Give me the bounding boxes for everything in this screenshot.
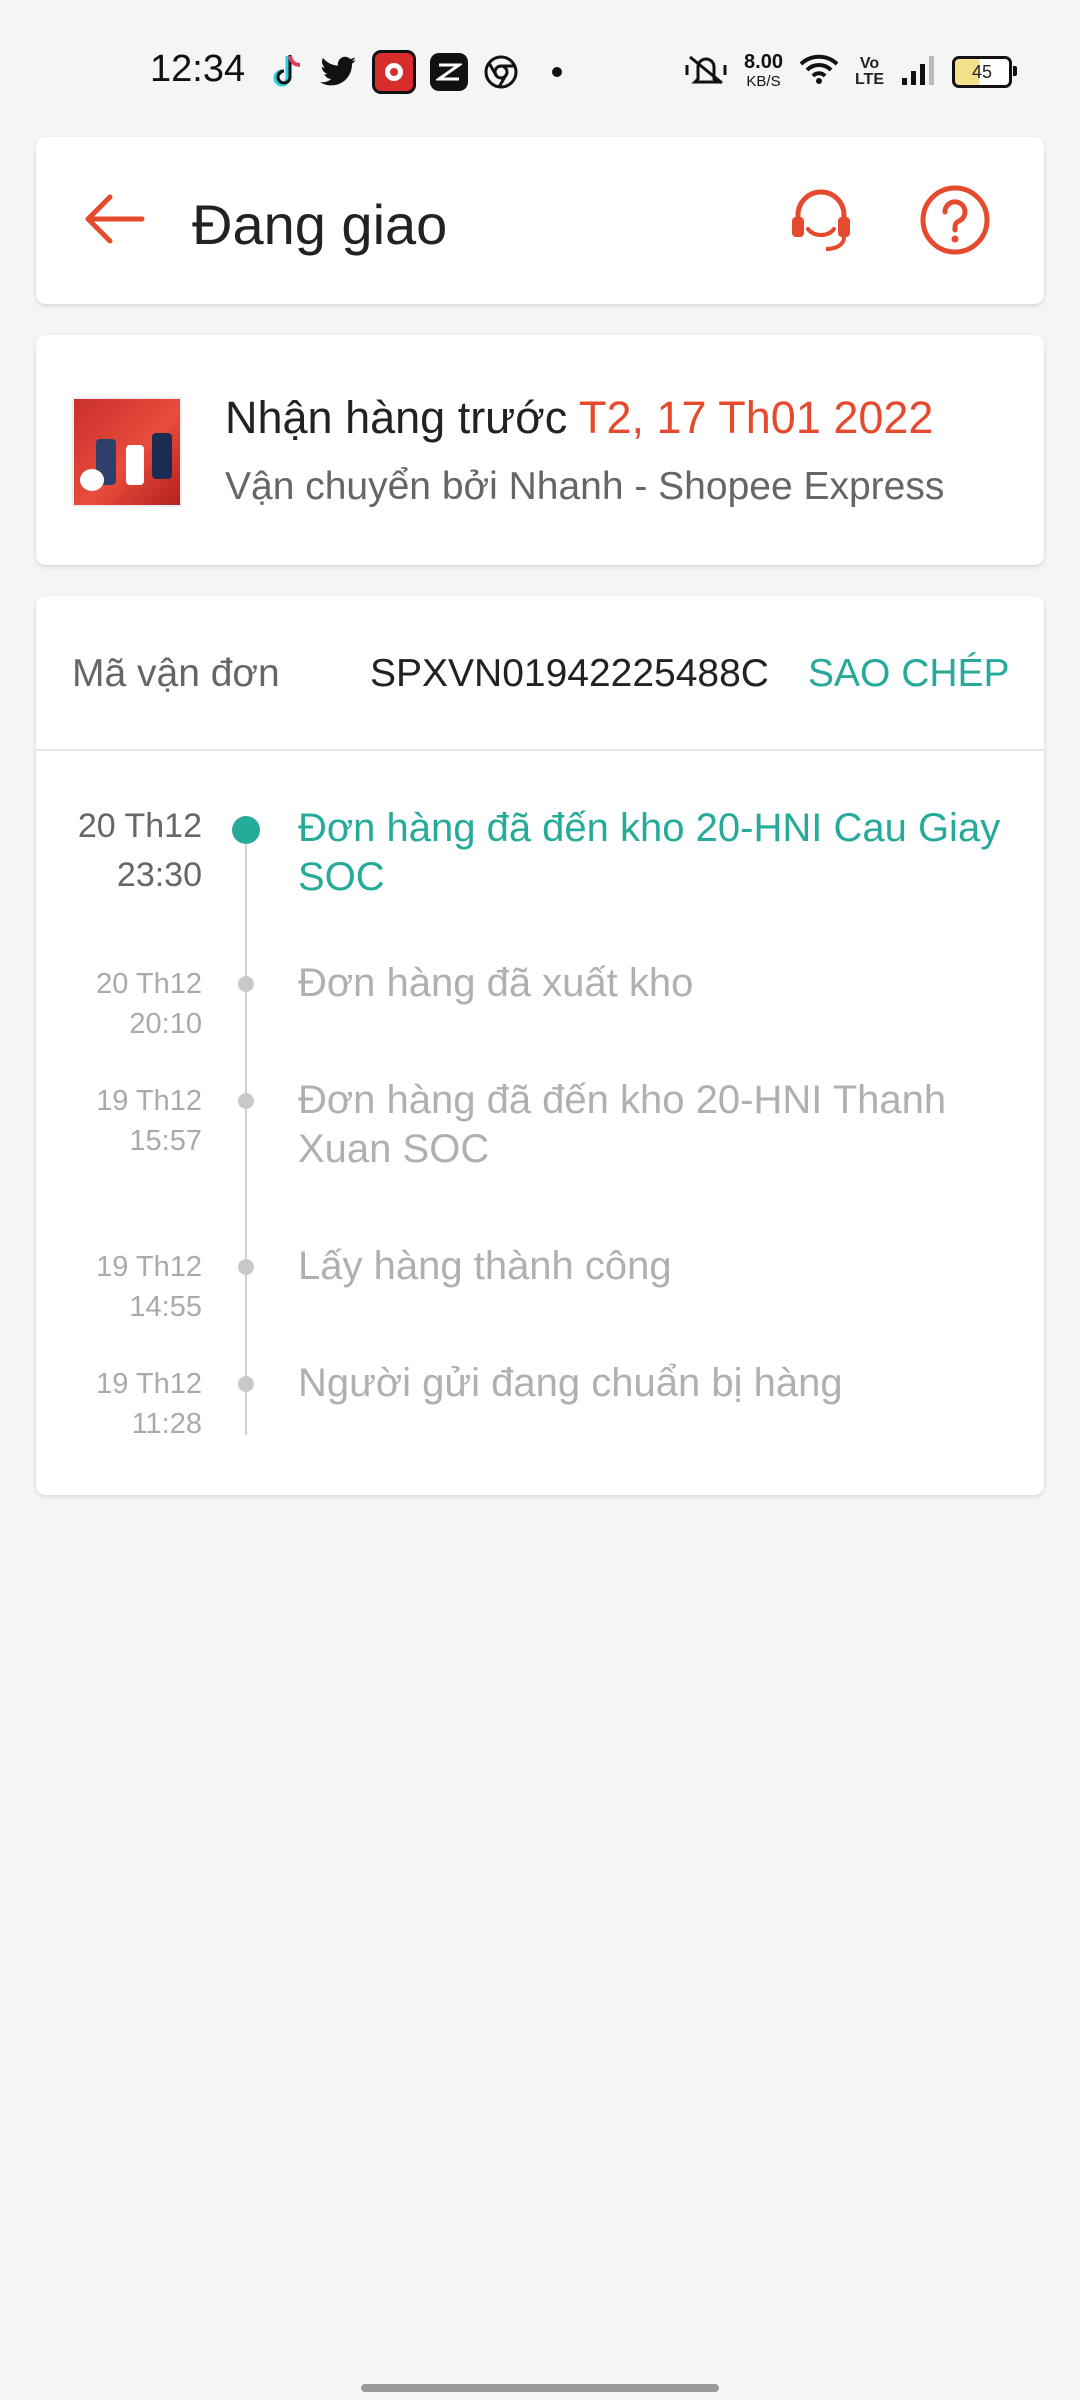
system-icons: 8.00 KB/S Vo LTE 45 [684, 50, 1017, 94]
event-time: 23:30 [116, 856, 202, 894]
network-speed: 8.00 KB/S [744, 52, 783, 92]
product-thumbnail [72, 397, 182, 507]
page-title: Đang giao [192, 193, 448, 256]
tracking-code[interactable]: SPXVN01942225488C [370, 652, 769, 696]
event-time: 11:28 [131, 1408, 202, 1440]
event-datetime: 19 Th12 14:55 [36, 1247, 202, 1327]
event-datetime: 19 Th12 15:57 [36, 1081, 202, 1161]
tracking-header: Mã vận đơn SPXVN01942225488C SAO CHÉP [36, 596, 1044, 751]
app-header: Đang giao [36, 137, 1044, 304]
timeline-dot-active [232, 816, 260, 844]
event-date: 20 Th12 [77, 807, 202, 845]
net-speed-value: 8.00 [744, 51, 783, 73]
customer-support-button[interactable] [778, 177, 864, 263]
volte-icon: Vo LTE [854, 55, 884, 88]
product-image-detail [80, 469, 104, 491]
tracking-card: Mã vận đơn SPXVN01942225488C SAO CHÉP 20… [36, 596, 1044, 1495]
help-button[interactable] [912, 177, 998, 263]
delivery-label: Nhận hàng trước [225, 392, 580, 443]
twitter-icon [320, 53, 358, 91]
event-description: Người gửi đang chuẩn bị hàng [298, 1361, 843, 1405]
event-datetime: 19 Th12 11:28 [36, 1364, 202, 1444]
event-description: Đơn hàng đã đến kho 20-HNI Cau Giay SOC [298, 806, 1001, 899]
more-notifications-icon [552, 67, 562, 77]
tiktok-icon [268, 53, 306, 91]
status-bar: 12:34 8.00 KB/S Vo LTE 45 [0, 0, 1080, 140]
event-description: Lấy hàng thành công [298, 1244, 672, 1288]
wifi-icon [799, 54, 839, 91]
carrier-text: Vận chuyển bởi Nhanh - Shopee Express [225, 465, 945, 508]
home-indicator[interactable] [361, 2384, 719, 2392]
event-time: 14:55 [129, 1291, 202, 1323]
product-image-detail [152, 433, 172, 479]
mute-icon [684, 53, 728, 92]
event-datetime: 20 Th12 23:30 [36, 802, 202, 900]
question-circle-icon [920, 185, 990, 255]
delivery-estimate: Nhận hàng trước T2, 17 Th01 2022 [225, 392, 933, 444]
signal-icon [900, 54, 936, 91]
event-description: Đơn hàng đã đến kho 20-HNI Thanh Xuan SO… [298, 1078, 947, 1171]
delivery-info-card: Nhận hàng trước T2, 17 Th01 2022 Vận chu… [36, 335, 1044, 565]
timeline-dot [238, 976, 254, 992]
event-time: 15:57 [129, 1125, 202, 1157]
event-date: 19 Th12 [96, 1251, 202, 1283]
event-time: 20:10 [129, 1008, 202, 1040]
delivery-date: T2, 17 Th01 2022 [579, 392, 934, 443]
arrow-left-icon [85, 194, 145, 244]
event-date: 19 Th12 [96, 1368, 202, 1400]
headset-icon [792, 189, 850, 251]
event-description: Đơn hàng đã xuất kho [298, 961, 694, 1005]
event-datetime: 20 Th12 20:10 [36, 964, 202, 1044]
status-time: 12:34 [150, 48, 246, 90]
app-icon [372, 50, 416, 94]
capcut-icon [430, 53, 468, 91]
battery-icon: 45 [952, 56, 1017, 88]
back-button[interactable] [76, 179, 156, 259]
event-date: 19 Th12 [96, 1085, 202, 1117]
timeline-dot [238, 1376, 254, 1392]
timeline-dot [238, 1259, 254, 1275]
event-date: 20 Th12 [96, 968, 202, 1000]
chrome-icon [482, 53, 520, 91]
product-image-detail [126, 445, 144, 485]
timeline-dot [238, 1093, 254, 1109]
tracking-label: Mã vận đơn [72, 652, 280, 695]
copy-button[interactable]: SAO CHÉP [808, 652, 1010, 696]
net-speed-unit: KB/S [746, 73, 781, 90]
timeline-line [245, 828, 247, 1435]
battery-level: 45 [971, 61, 993, 82]
notification-icons [268, 50, 562, 94]
